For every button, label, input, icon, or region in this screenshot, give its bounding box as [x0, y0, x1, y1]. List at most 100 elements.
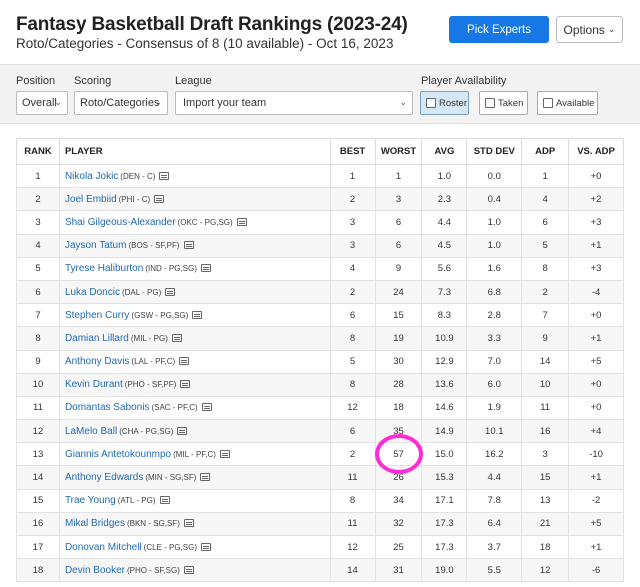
- options-button[interactable]: Options ⌄: [556, 16, 623, 43]
- player-name-link[interactable]: Donovan Mitchell: [65, 542, 142, 553]
- adp-cell: 9: [521, 326, 570, 351]
- vs-adp-cell: +0: [568, 163, 624, 189]
- std-dev-cell: 6.4: [466, 511, 523, 537]
- notes-icon[interactable]: [165, 287, 176, 296]
- player-cell: Devin Booker (PHO - SF,SG): [58, 558, 331, 583]
- player-name-link[interactable]: Mikal Bridges: [65, 518, 125, 529]
- checkbox-icon: [485, 98, 495, 108]
- notes-icon[interactable]: [183, 519, 194, 528]
- best-cell: 5: [329, 349, 376, 374]
- player-name-link[interactable]: Kevin Durant: [65, 379, 123, 390]
- avg-cell: 12.9: [421, 349, 468, 374]
- rank-cell: 14: [16, 465, 60, 490]
- notes-icon[interactable]: [201, 403, 212, 412]
- notes-icon[interactable]: [219, 449, 230, 458]
- worst-cell: 6: [374, 210, 423, 235]
- notes-icon[interactable]: [192, 310, 203, 319]
- notes-icon[interactable]: [183, 241, 194, 250]
- player-name-link[interactable]: Domantas Sabonis: [65, 402, 150, 413]
- column-header-std-dev[interactable]: STD DEV: [466, 138, 523, 165]
- notes-icon[interactable]: [201, 542, 211, 551]
- options-label: Options: [563, 22, 605, 37]
- notes-icon[interactable]: [171, 333, 182, 342]
- scoring-select[interactable]: Roto/Categories ⌄: [74, 91, 168, 115]
- avg-cell: 13.6: [421, 372, 468, 397]
- std-dev-cell: 6.0: [466, 372, 523, 397]
- table-row: 5 Tyrese Haliburton (IND - PG,SG) 4 9 5.6 1.6 8…: [16, 256, 624, 281]
- player-name-link[interactable]: Tyrese Haliburton: [65, 263, 143, 274]
- notes-icon[interactable]: [154, 194, 165, 203]
- worst-cell: 34: [374, 488, 423, 513]
- player-name-link[interactable]: Jayson Tatum: [65, 240, 127, 251]
- column-header-best[interactable]: BEST: [329, 138, 376, 165]
- notes-icon[interactable]: [200, 264, 211, 273]
- column-header-worst[interactable]: WORST: [374, 138, 423, 165]
- vs-adp-cell: +1: [568, 465, 624, 490]
- adp-cell: 3: [521, 442, 570, 467]
- player-team-position: (CHA - PG,SG): [119, 426, 174, 436]
- best-cell: 8: [329, 372, 376, 397]
- player-cell: Shai Gilgeous-Alexander (OKC - PG,SG): [58, 210, 331, 235]
- adp-cell: 13: [521, 488, 570, 513]
- notes-icon[interactable]: [159, 171, 170, 180]
- player-name-link[interactable]: Nikola Jokic: [65, 171, 118, 182]
- notes-icon[interactable]: [236, 217, 247, 226]
- position-select[interactable]: Overall ⌄: [16, 91, 68, 115]
- player-name-link[interactable]: Stephen Curry: [65, 310, 129, 321]
- vs-adp-cell: +0: [568, 303, 624, 328]
- notes-icon[interactable]: [180, 380, 191, 389]
- notes-icon[interactable]: [200, 473, 211, 482]
- league-select[interactable]: Import your team ⌄: [175, 91, 413, 115]
- best-cell: 6: [329, 303, 376, 328]
- player-name-link[interactable]: Anthony Edwards: [65, 472, 143, 483]
- avg-cell: 5.6: [421, 256, 468, 281]
- vs-adp-cell: +4: [568, 419, 624, 444]
- column-header-rank[interactable]: RANK: [16, 138, 60, 165]
- player-name-link[interactable]: Luka Doncic: [65, 287, 120, 298]
- adp-cell: 21: [521, 511, 570, 537]
- avg-cell: 10.9: [421, 326, 468, 351]
- vs-adp-cell: +1: [568, 233, 624, 258]
- league-value: Import your team: [183, 97, 267, 109]
- player-name-link[interactable]: Trae Young: [65, 495, 116, 506]
- worst-cell: 24: [374, 279, 423, 305]
- notes-icon[interactable]: [177, 426, 188, 435]
- column-header-vs-adp[interactable]: VS. ADP: [568, 138, 624, 165]
- rank-cell: 5: [16, 256, 60, 281]
- vs-adp-cell: -6: [568, 558, 624, 583]
- player-name-link[interactable]: Damian Lillard: [65, 333, 129, 344]
- rankings-table-wrap: RANK PLAYER BEST WORST AVG STD DEV ADP V…: [16, 138, 624, 583]
- avg-cell: 4.4: [421, 210, 468, 235]
- roster-checkbox[interactable]: Roster: [420, 91, 469, 115]
- notes-icon[interactable]: [179, 357, 190, 366]
- worst-cell: 18: [374, 395, 423, 421]
- rank-cell: 13: [16, 442, 60, 467]
- player-name-link[interactable]: Giannis Antetokounmpo: [65, 449, 171, 460]
- player-name-link[interactable]: Joel Embiid: [65, 194, 117, 205]
- column-header-adp[interactable]: ADP: [521, 138, 570, 165]
- filter-bar: Position Overall ⌄ Scoring Roto/Categori…: [0, 64, 640, 124]
- player-name-link[interactable]: Anthony Davis: [65, 356, 129, 367]
- chevron-down-icon: ⌄: [54, 97, 62, 107]
- table-row: 1 Nikola Jokic (DEN - C) 1 1 1.0 0.0 1 +0: [16, 163, 624, 189]
- rank-cell: 7: [16, 303, 60, 328]
- avg-cell: 17.1: [421, 488, 468, 513]
- worst-cell: 31: [374, 558, 423, 583]
- player-cell: Damian Lillard (MIL - PG): [58, 326, 331, 351]
- column-header-avg[interactable]: AVG: [421, 138, 468, 165]
- position-label: Position: [16, 75, 56, 87]
- player-name-link[interactable]: Shai Gilgeous-Alexander: [65, 217, 176, 228]
- player-name-link[interactable]: Devin Booker: [65, 565, 125, 576]
- chevron-down-icon: ⌄: [607, 24, 616, 34]
- adp-cell: 15: [521, 465, 570, 490]
- taken-checkbox[interactable]: Taken: [479, 91, 528, 115]
- pick-experts-button[interactable]: Pick Experts: [449, 16, 549, 43]
- player-name-link[interactable]: LaMelo Ball: [65, 426, 117, 437]
- best-cell: 6: [329, 419, 376, 444]
- player-cell: Luka Doncic (DAL - PG): [58, 279, 331, 305]
- avg-cell: 7.3: [421, 279, 468, 305]
- notes-icon[interactable]: [183, 565, 194, 574]
- notes-icon[interactable]: [159, 496, 170, 505]
- available-checkbox[interactable]: Available: [537, 91, 598, 115]
- column-header-player[interactable]: PLAYER: [58, 138, 331, 165]
